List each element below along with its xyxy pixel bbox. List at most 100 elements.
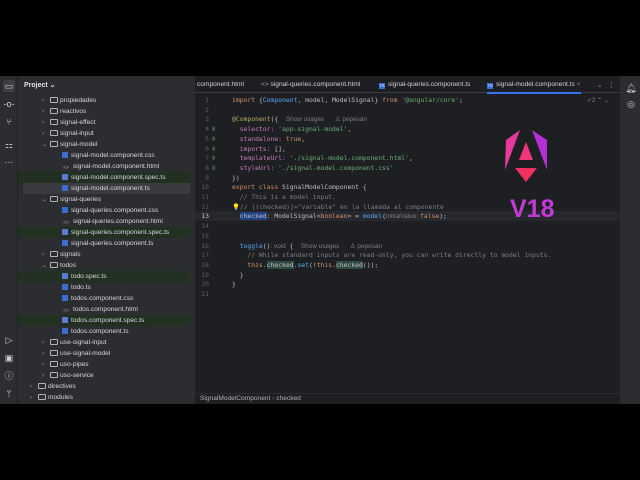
more-options-icon[interactable]: ⋮ (608, 81, 615, 89)
tree-file[interactable]: todos.component.css (18, 293, 190, 304)
pull-request-icon[interactable]: ⑂ (3, 116, 15, 128)
tree-item-label: signal-queries.component.spec.ts (71, 229, 170, 236)
tree-folder[interactable]: ⌄ signal-model (18, 139, 190, 150)
code-line: 17 // While standard inputs are read-onl… (195, 250, 620, 260)
navigate-gutter-icon[interactable]: @ (212, 144, 215, 154)
ts-file-icon: TS (379, 83, 385, 89)
tab-list-chevron-icon[interactable]: ⌄ (597, 81, 603, 89)
tree-folder[interactable]: › signal-input (18, 128, 190, 139)
code-text: } (232, 279, 236, 289)
code-line: 16 toggle(): void { Show usages ♙ pepesa… (195, 241, 620, 251)
code-token: imports: (232, 144, 275, 153)
tab-component-html[interactable]: component.html (197, 81, 244, 88)
code-token: './signal-model.component.html' (289, 154, 409, 163)
tree-item-label: signals (60, 251, 81, 258)
tree-folder[interactable]: › signal-effect (18, 117, 190, 128)
tab-signal-model-ts[interactable]: TS signal-model.component.ts × (487, 81, 581, 94)
tree-file[interactable]: signal-queries.component.spec.ts (18, 227, 190, 238)
breadcrumb-field[interactable]: checked (276, 395, 301, 402)
folder-icon (50, 350, 58, 356)
tree-folder[interactable]: ⌄ todos (18, 260, 190, 271)
code-token: ; (459, 96, 463, 104)
line-number: 14 (201, 222, 209, 231)
more-icon[interactable]: ··· (3, 156, 15, 168)
run-icon[interactable]: ▷ (3, 334, 15, 346)
tree-folder[interactable]: › directives (18, 381, 190, 392)
code-line: 15 (195, 231, 620, 241)
folder-icon (38, 383, 46, 389)
tab-signal-queries-ts[interactable]: TS signal-queries.component.ts (379, 81, 470, 89)
code-token: 'app-signal-model' (278, 125, 348, 134)
structure-icon[interactable]: ⚏ (3, 139, 15, 151)
breadcrumb-class[interactable]: SignalModelComponent (200, 395, 270, 402)
tree-file[interactable]: <> signal-queries.component.html (18, 216, 190, 227)
code-token: Show usages ♙ pepesan (285, 116, 367, 124)
ai-assistant-icon[interactable]: ◎ (625, 98, 637, 110)
folder-icon (38, 394, 46, 400)
line-number: 1 (205, 96, 209, 104)
code-line: 9}) (195, 173, 620, 183)
line-number: 15 (201, 231, 209, 240)
tree-folder[interactable]: › reactivos (18, 106, 190, 117)
navigate-gutter-icon[interactable]: @ (212, 163, 215, 173)
code-text: templateUrl: './signal-model.component.h… (232, 153, 413, 163)
code-line: 13 checked: ModelSignal<boolean> = model… (195, 211, 620, 222)
tree-folder[interactable]: › signals (18, 249, 190, 260)
code-token: export class (232, 183, 283, 192)
tree-folder[interactable]: › modules (18, 392, 190, 403)
code-text: 💡// [(checked)]="variable" en la llamada… (232, 202, 444, 212)
code-line: 10 export class SignalModelComponent { (195, 182, 620, 192)
code-line: 7 @ templateUrl: './signal-model.componen… (195, 153, 620, 163)
code-token: SignalModelComponent { (282, 183, 367, 192)
tree-file[interactable]: todo.ts (18, 282, 190, 293)
code-token: , (347, 125, 352, 134)
tree-file[interactable]: todos.component.spec.ts (18, 315, 190, 326)
tab-signal-queries-html[interactable]: <> signal-queries.component.html (261, 81, 360, 88)
css-file-icon (62, 152, 68, 158)
tree-folder[interactable]: › uso-pipes (18, 359, 190, 370)
code-token: toggle (239, 241, 263, 250)
line-number: 6 (205, 144, 209, 153)
tree-file[interactable]: signal-queries.component.css (18, 205, 190, 216)
project-panel-title[interactable]: Project ⌄ (18, 76, 195, 94)
tree-folder[interactable]: › use-signal-input (18, 337, 190, 348)
navigate-gutter-icon[interactable]: @ (212, 134, 215, 144)
tree-file[interactable]: <> signal-model.component.html (18, 161, 190, 172)
tree-file[interactable]: signal-model.component.css (18, 150, 190, 161)
code-token: './signal-model.component.css' (278, 163, 394, 172)
code-token: // This is a model input. (232, 193, 336, 201)
tree-item-label: signal-effect (60, 119, 96, 126)
commit-icon[interactable]: -o- (3, 98, 15, 110)
tree-file[interactable]: todo.spec.ts (18, 271, 190, 282)
folder-icon[interactable]: ▭ (3, 80, 15, 92)
code-token: from (382, 96, 402, 104)
tree-file[interactable]: signal-model.component.spec.ts (18, 172, 190, 183)
tree-folder[interactable]: › use-signal-model (18, 348, 190, 359)
folder-icon (50, 196, 58, 202)
code-line: 12 💡// [(checked)]="variable" en la llama… (195, 202, 620, 212)
html-file-icon: <> (63, 220, 69, 226)
notifications-icon[interactable]: 🔔︎ (625, 82, 637, 94)
code-token: templateUrl: (232, 154, 290, 163)
tree-folder[interactable]: ⌄ signal-queries (18, 194, 190, 205)
tree-item-label: todos.component.spec.ts (71, 317, 145, 324)
navigate-gutter-icon[interactable]: @ (212, 124, 215, 134)
code-text: // While standard inputs are read-only, … (232, 250, 551, 260)
tree-item-label: signal-model (60, 141, 98, 148)
tree-file[interactable]: todos.component.ts (18, 326, 190, 337)
terminal-icon[interactable]: ▣ (3, 352, 15, 364)
tree-folder[interactable]: › propiedades (18, 95, 190, 106)
tree-file[interactable]: signal-model.component.ts (23, 183, 190, 194)
git-icon[interactable]: ᛘ (3, 388, 15, 400)
problems-icon[interactable]: ⓘ (3, 370, 15, 382)
project-title: Project (24, 82, 48, 89)
tree-folder[interactable]: › uso-service (18, 370, 190, 381)
tree-file[interactable]: <> todos.component.html (18, 304, 190, 315)
code-token: } (232, 270, 244, 279)
ts-file-icon (62, 284, 68, 290)
close-icon[interactable]: × (577, 81, 581, 88)
chevron-right-icon[interactable]: › (30, 393, 38, 404)
navigate-gutter-icon[interactable]: @ (212, 153, 215, 163)
tree-file[interactable]: signal-queries.component.ts (18, 238, 190, 249)
